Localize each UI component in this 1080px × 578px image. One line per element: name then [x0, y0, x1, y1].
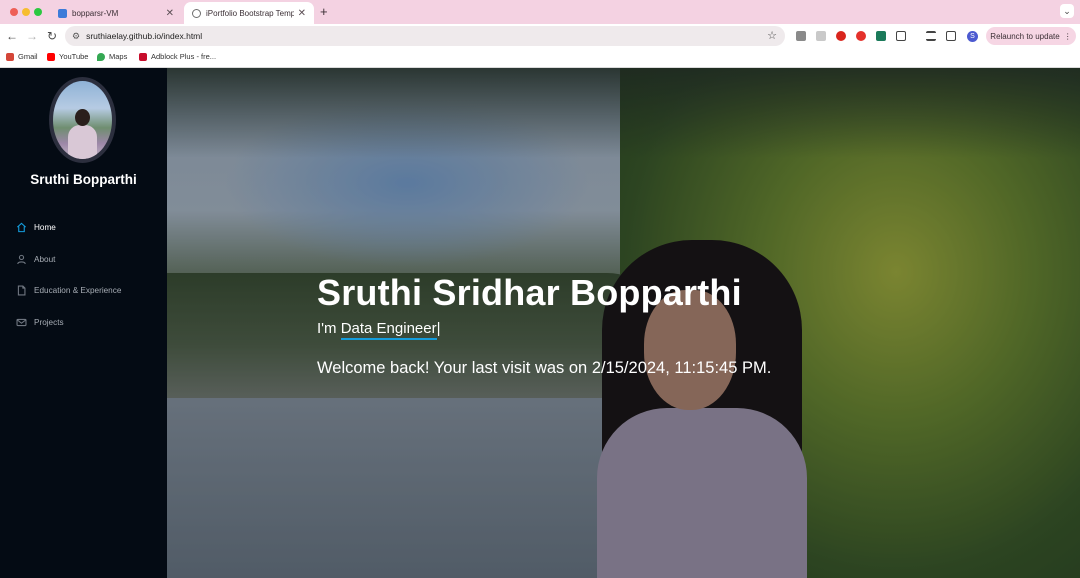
more-vert-icon: ⋮ [1063, 31, 1072, 41]
extension-icon[interactable] [796, 31, 806, 41]
close-tab-icon[interactable]: ✕ [166, 8, 174, 19]
bookmark-maps[interactable]: Maps [97, 52, 127, 61]
sidebar-item-label: Education & Experience [34, 286, 122, 296]
tab-search-chevron-icon[interactable]: ⌄ [1060, 4, 1074, 18]
bookmark-label: YouTube [59, 52, 89, 61]
forward-arrow-icon[interactable]: → [26, 29, 38, 43]
file-icon [17, 285, 26, 297]
hero-title: Sruthi Sridhar Bopparthi [317, 272, 742, 313]
adblock-icon [139, 52, 147, 61]
vm-favicon-icon [58, 8, 67, 18]
sidebar-item-education-experience[interactable]: Education & Experience [16, 275, 121, 307]
extensions-puzzle-icon[interactable] [896, 31, 906, 41]
bookmark-label: Maps [109, 52, 128, 61]
sidebar: Sruthi Bopparthi Home About Education & … [0, 68, 167, 578]
avatar [49, 77, 116, 163]
side-panel-icon[interactable] [946, 31, 956, 41]
welcome-message: Welcome back! Your last visit was on 2/1… [317, 359, 772, 377]
bookmark-label: Adblock Plus - fre... [151, 52, 217, 61]
gmail-icon [6, 52, 14, 61]
hero-text: Sruthi Sridhar Bopparthi I'm Data Engine… [317, 272, 771, 378]
reload-icon[interactable]: ↻ [47, 29, 57, 43]
hero-subtitle: I'm Data Engineer| [317, 320, 771, 340]
tab-iportfolio[interactable]: iPortfolio Bootstrap Template ✕ [184, 2, 314, 24]
home-icon [17, 222, 26, 233]
browser-tab-bar: bopparsr-VM ✕ iPortfolio Bootstrap Templ… [0, 0, 1080, 24]
sidebar-nav: Home About Education & Experience Projec… [16, 212, 121, 338]
bookmark-star-icon[interactable]: ☆ [767, 29, 777, 42]
hero-section: Sruthi Sridhar Bopparthi I'm Data Engine… [167, 68, 1080, 578]
tab-title: bopparsr-VM [72, 8, 119, 18]
maps-icon [97, 52, 105, 61]
user-icon [17, 254, 26, 265]
profile-name: Sruthi Bopparthi [30, 172, 137, 187]
sidebar-item-home[interactable]: Home [16, 212, 121, 244]
relaunch-label: Relaunch to update [990, 31, 1060, 41]
youtube-icon [47, 52, 55, 61]
bookmark-label: Gmail [18, 52, 38, 61]
tab-title: iPortfolio Bootstrap Template [206, 8, 294, 18]
profile-photo [53, 81, 112, 159]
photo-figure-body [68, 125, 97, 159]
typed-role: Data Engineer [340, 320, 437, 340]
sidebar-item-label: Home [34, 223, 56, 233]
bookmark-gmail[interactable]: Gmail [6, 52, 38, 61]
envelope-icon [16, 318, 27, 327]
globe-favicon-icon [192, 8, 201, 18]
browser-toolbar: ← → ↻ ⚙ sruthiaelay.github.io/index.html… [0, 24, 1080, 48]
reading-list-icon[interactable] [926, 31, 936, 41]
address-bar[interactable]: ⚙ sruthiaelay.github.io/index.html ☆ [65, 26, 785, 46]
bookmarks-bar: Gmail YouTube Maps Adblock Plus - fre... [0, 48, 1080, 68]
extension-icon[interactable] [836, 31, 846, 41]
tab-bopparsr-vm[interactable]: bopparsr-VM ✕ [50, 2, 182, 24]
bookmark-adblock-plus[interactable]: Adblock Plus - fre... [139, 52, 216, 61]
sidebar-item-label: Projects [34, 318, 64, 328]
photo-figure-head [75, 109, 90, 126]
bookmark-youtube[interactable]: YouTube [47, 52, 88, 61]
site-info-icon[interactable]: ⚙ [72, 31, 80, 42]
url-text[interactable]: sruthiaelay.github.io/index.html [86, 31, 202, 41]
typing-cursor: | [436, 320, 441, 337]
extension-icon[interactable] [816, 31, 826, 41]
sidebar-item-about[interactable]: About [16, 244, 121, 276]
maximize-window-button[interactable] [34, 8, 42, 16]
relaunch-button[interactable]: Relaunch to update ⋮ [986, 27, 1076, 45]
close-tab-icon[interactable]: ✕ [298, 8, 306, 19]
page-content: Sruthi Bopparthi Home About Education & … [0, 68, 1080, 578]
new-tab-button[interactable]: + [320, 4, 328, 19]
profile-avatar[interactable]: S [967, 31, 978, 42]
minimize-window-button[interactable] [22, 8, 30, 16]
sidebar-item-projects[interactable]: Projects [16, 307, 121, 339]
extension-icon[interactable] [876, 31, 886, 41]
back-arrow-icon[interactable]: ← [6, 29, 18, 43]
sidebar-item-label: About [34, 254, 56, 264]
adblock-extension-icon[interactable] [856, 31, 866, 41]
hero-subtitle-prefix: I'm [317, 320, 341, 337]
close-window-button[interactable] [10, 8, 18, 16]
